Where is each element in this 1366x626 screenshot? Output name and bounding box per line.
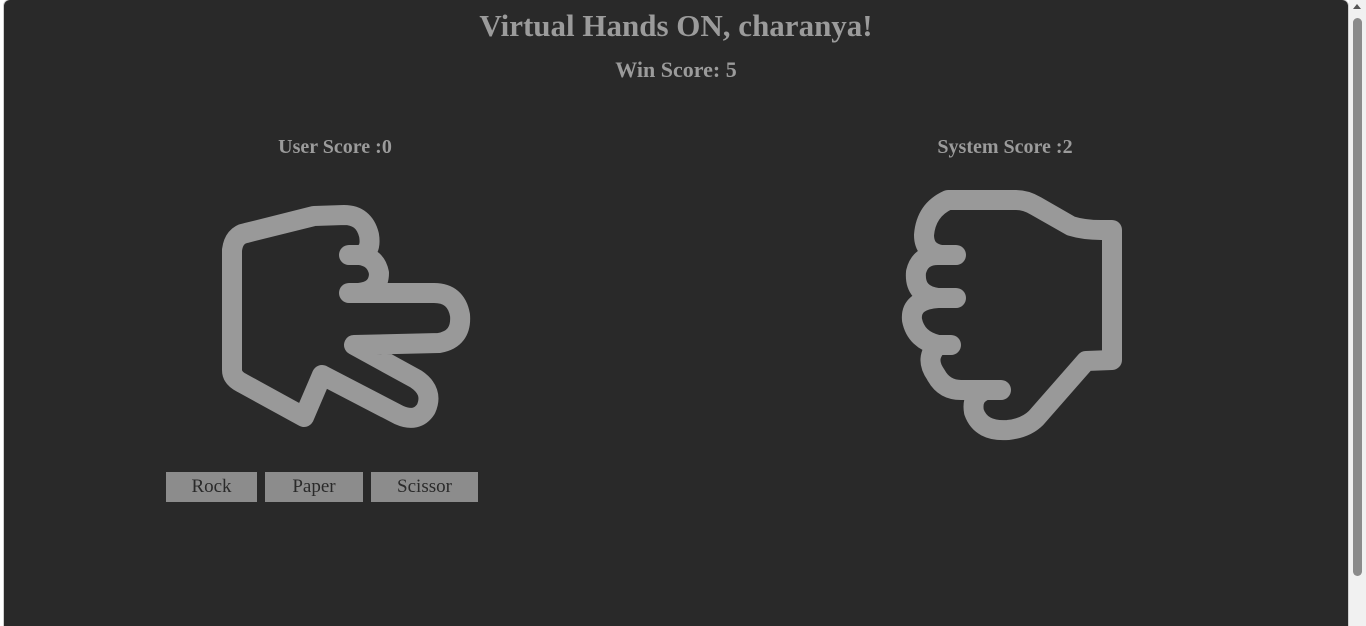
scissors-hand-icon <box>222 205 471 428</box>
scissors-hand-outline <box>222 205 471 428</box>
paper-button[interactable]: Paper <box>265 472 363 502</box>
win-score: Win Score: 5 <box>615 57 737 82</box>
scissor-button[interactable]: Scissor <box>371 472 478 502</box>
fist-outline <box>901 190 1122 441</box>
user-score: User Score :0 <box>278 136 392 158</box>
vertical-scrollbar[interactable] <box>1349 0 1366 626</box>
scroll-up-arrow-icon[interactable] <box>1353 4 1361 9</box>
rock-button[interactable]: Rock <box>166 472 257 502</box>
game-page: Virtual Hands ON, charanya! Win Score: 5… <box>4 0 1348 626</box>
system-score: System Score :2 <box>937 136 1073 158</box>
page-title: Virtual Hands ON, charanya! <box>479 8 873 43</box>
scroll-thumb[interactable] <box>1353 18 1362 576</box>
rock-fist-icon <box>901 190 1122 441</box>
choice-buttons: Rock Paper Scissor <box>166 472 478 502</box>
